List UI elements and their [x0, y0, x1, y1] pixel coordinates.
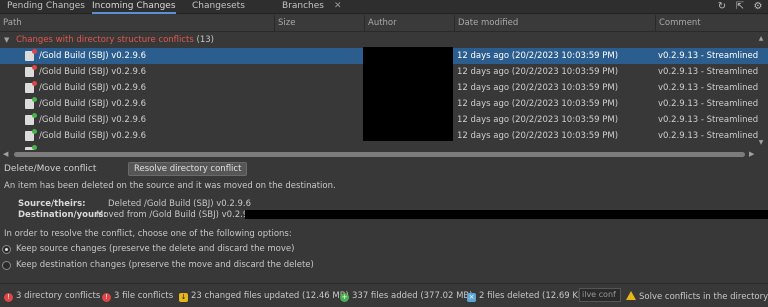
scrollbar-thumb[interactable]	[14, 152, 745, 157]
warning-icon	[626, 291, 636, 300]
folder-conflict-icon	[25, 49, 37, 61]
row-path: /Gold Build (SBJ) v0.2.9.6	[39, 131, 146, 141]
keep-source-radio[interactable]: Keep source changes (preserve the delete…	[2, 244, 295, 254]
row-comment: v0.2.9.13 - Streamlined S	[658, 99, 758, 109]
scroll-up-icon[interactable]: ▲	[757, 35, 765, 42]
horizontal-scrollbar[interactable]: ◀ ▶	[0, 150, 768, 159]
folder-added-icon	[25, 129, 37, 141]
tab-pending-changes[interactable]: Pending Changes	[7, 0, 85, 14]
tab-changesets[interactable]: Changesets	[192, 0, 245, 14]
row-comment: v0.2.9.13 - Streamlined S	[658, 67, 758, 77]
keep-destination-label: Keep destination changes (preserve the m…	[16, 260, 314, 270]
row-path: /Gold Build (SBJ) v0.2.9.6	[39, 115, 146, 125]
status-bar: ! 3 directory conflicts ! 3 file conflicts…	[0, 283, 768, 307]
group-label: Changes with directory structure conflic…	[16, 35, 194, 45]
column-size[interactable]: Size	[274, 15, 364, 32]
row-date: 12 days ago (20/2/2023 10:03:59 PM)	[457, 115, 619, 125]
settings-icon[interactable]: ⚙	[752, 1, 764, 13]
row-comment: v0.2.9.13 - Streamlined S	[658, 131, 758, 141]
error-icon: !	[4, 293, 13, 302]
keep-destination-radio[interactable]: Keep destination changes (preserve the m…	[2, 260, 314, 270]
keep-source-label: Keep source changes (preserve the delete…	[16, 244, 295, 254]
redacted-author-block	[363, 47, 453, 141]
row-date: 12 days ago (20/2/2023 10:03:59 PM)	[457, 51, 619, 61]
radio-selected-icon[interactable]	[2, 245, 11, 254]
destination-value: Moved from /Gold Build (SBJ) v0.2.9.6/	[96, 210, 260, 220]
expand-icon[interactable]: ⇱	[734, 1, 746, 13]
conflict-group-row[interactable]: ▼ Changes with directory structure confl…	[0, 33, 768, 47]
row-path: /Gold Build (SBJ) v0.2.9.6	[39, 99, 146, 109]
row-date: 12 days ago (20/2/2023 10:03:59 PM)	[457, 99, 619, 109]
row-comment: v0.2.9.13 - Streamlined S	[658, 115, 758, 125]
conflict-title: Delete/Move conflict	[4, 164, 97, 174]
row-comment: v0.2.9.13 - Streamlined S	[658, 83, 758, 93]
vertical-scrollbar[interactable]: ▲ ▼	[757, 33, 765, 150]
status-input[interactable]: ilve conf	[579, 288, 621, 302]
redacted-destination-path	[245, 210, 768, 219]
radio-unselected-icon[interactable]	[2, 261, 11, 270]
scroll-left-icon[interactable]: ◀	[3, 150, 8, 159]
row-date: 12 days ago (20/2/2023 10:03:59 PM)	[457, 83, 619, 93]
folder-conflict-icon	[25, 81, 37, 93]
folder-added-icon	[25, 113, 37, 125]
status-dir-conflicts[interactable]: ! 3 directory conflicts	[4, 291, 100, 302]
folder-added-icon	[25, 97, 37, 109]
delete-icon: ×	[467, 293, 476, 302]
status-file-conflicts[interactable]: ! 3 file conflicts	[102, 291, 173, 302]
options-intro: In order to resolve the conflict, choose…	[4, 229, 292, 239]
status-files-added[interactable]: +337 files added (377.02 MB)	[340, 291, 473, 302]
column-path[interactable]: Path	[0, 15, 274, 32]
tab-incoming-changes[interactable]: Incoming Changes	[92, 0, 176, 14]
source-label: Source/theirs:	[18, 199, 86, 209]
destination-label: Destination/yours:	[18, 210, 107, 220]
group-count: (13)	[196, 35, 214, 45]
status-warning[interactable]: Solve conflicts in the directory stru	[626, 291, 768, 302]
conflict-description: An item has been deleted on the source a…	[4, 181, 336, 191]
row-path: /Gold Build (SBJ) v0.2.9.6	[39, 51, 146, 61]
update-icon: ↓	[179, 293, 188, 302]
row-path: /Gold Build (SBJ) v0.2.9.6	[39, 67, 146, 77]
column-date-modified[interactable]: Date modified	[454, 15, 655, 32]
tab-bar: Pending Changes Incoming Changes Changes…	[0, 0, 768, 14]
status-files-deleted[interactable]: × 2 files deleted (12.69 KB)	[467, 291, 587, 302]
column-header-row: Path Size Author Date modified Comment	[0, 15, 768, 32]
tab-branches[interactable]: Branches	[282, 0, 324, 14]
close-tab-icon[interactable]: ✕	[334, 0, 342, 13]
column-comment[interactable]: Comment	[655, 15, 768, 32]
row-date: 12 days ago (20/2/2023 10:03:59 PM)	[457, 67, 619, 77]
status-files-updated[interactable]: ↓ 23 changed files updated (12.46 MB)	[179, 291, 349, 302]
source-value: Deleted /Gold Build (SBJ) v0.2.9.6	[108, 199, 252, 209]
folder-conflict-icon	[25, 65, 37, 77]
scroll-down-icon[interactable]: ▼	[757, 139, 765, 146]
row-comment: v0.2.9.13 - Streamlined S	[658, 51, 758, 61]
row-path: /Gold Build (SBJ) v0.2.9.6	[39, 83, 146, 93]
error-icon: !	[102, 293, 111, 302]
row-date: 12 days ago (20/2/2023 10:03:59 PM)	[457, 131, 619, 141]
scroll-right-icon[interactable]: ▶	[749, 150, 754, 159]
refresh-icon[interactable]: ↻	[716, 1, 728, 13]
add-icon: +	[340, 293, 349, 302]
column-author[interactable]: Author	[364, 15, 454, 32]
resolve-directory-conflict-button[interactable]: Resolve directory conflict	[128, 162, 248, 176]
collapse-arrow-icon[interactable]: ▼	[4, 33, 9, 47]
